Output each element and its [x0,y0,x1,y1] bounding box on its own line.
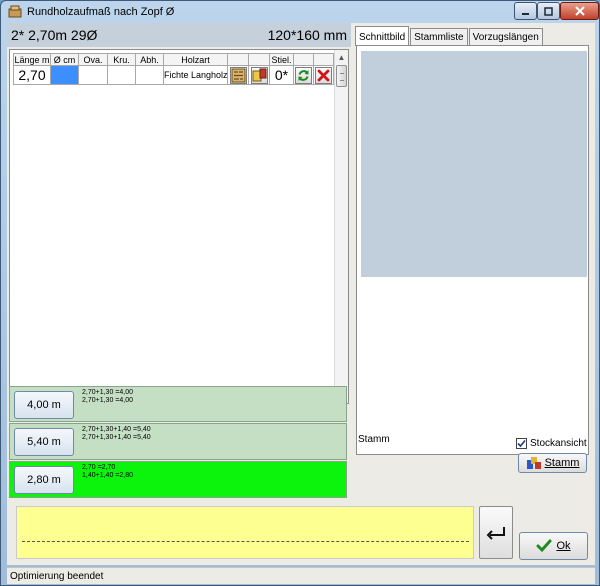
notes-divider [22,541,469,542]
ok-button[interactable]: Ok [519,532,588,560]
scroll-up-arrow[interactable]: ▲ [335,51,348,64]
status-text: Optimierung beendet [10,571,104,582]
stockansicht-checkbox[interactable]: Stockansicht [516,438,587,449]
option-3-line-2: 1,40+1,40 =2,80 [82,472,133,479]
cut-cell [248,65,270,85]
scroll-thumb[interactable] [336,65,347,87]
checkbox-box[interactable] [516,438,527,449]
pattern-icon [231,68,245,82]
stamm-button-label: Stamm [544,457,580,469]
col-header-blank-2 [248,53,270,66]
col-header-blank-4 [313,53,334,66]
stamm-label: Stamm [358,434,390,445]
log-grid[interactable]: Länge m Ø cm Ova. Kru. Abh. Holzart Stie… [9,49,349,404]
col-header-blank-1 [227,53,249,66]
tab-stammliste[interactable]: Stammliste [410,28,468,46]
optimization-option-1: 4,00 m 2,70+1,30 =4,00 2,70+1,30 =4,00 [9,386,347,422]
refresh-button[interactable] [295,66,312,84]
option-1-line-1: 2,70+1,30 =4,00 [82,389,133,396]
cross-section-preview [361,51,587,277]
application-window: Rundholzaufmaß nach Zopf Ø 2* 2,70m 29Ø … [0,0,600,586]
grid-vertical-scrollbar[interactable]: ▲ ▼ [334,50,348,403]
optimization-option-3: 2,80 m 2,70 =2,70 1,40+1,40 =2,80 [9,461,347,498]
dialog-body: 2* 2,70m 29Ø 120*160 mm Länge m Ø cm Ova… [7,23,595,565]
title-bar[interactable]: Rundholzaufmaß nach Zopf Ø [1,1,599,23]
option-3-button[interactable]: 2,80 m [14,466,74,494]
status-bar: Optimierung beendet [7,567,595,584]
table-row[interactable]: 2,70 Fichte Langholz 0* [13,65,334,85]
option-3-line-1: 2,70 =2,70 [82,464,116,471]
col-header-length[interactable]: Länge m [13,53,51,66]
col-header-kru[interactable]: Kru. [107,53,136,66]
col-header-stiel[interactable]: Stiel. [269,53,294,66]
col-header-blank-3 [293,53,314,66]
check-mark-icon [517,439,526,448]
check-icon [536,539,552,553]
log-summary: 2* 2,70m 29Ø [11,27,98,43]
option-2-button[interactable]: 5,40 m [14,428,74,456]
stamm-button[interactable]: Stamm [518,453,587,473]
notes-area[interactable] [16,506,474,559]
tab-strip: Schnittbild Stammliste Vorzugslängen [355,26,544,46]
log-table: Länge m Ø cm Ova. Kru. Abh. Holzart Stie… [13,53,334,85]
refresh-cell [293,65,314,85]
pattern-cell [227,65,249,85]
ova-cell[interactable] [78,65,108,85]
summary-header: 2* 2,70m 29Ø 120*160 mm [7,23,351,47]
option-2-line-1: 2,70+1,30+1,40 =5,40 [82,426,151,433]
kru-cell[interactable] [107,65,136,85]
delete-icon [317,69,330,81]
abh-cell[interactable] [135,65,164,85]
optimization-option-2: 5,40 m 2,70+1,30+1,40 =5,40 2,70+1,30+1,… [9,423,347,460]
ok-button-label: Ok [556,540,571,552]
holzart-cell[interactable]: Fichte Langholz [163,65,228,85]
tab-vorzugslaengen[interactable]: Vorzugslängen [468,28,543,46]
cut-icon [252,68,266,81]
option-1-line-2: 2,70+1,30 =4,00 [82,397,133,404]
delete-cell [313,65,334,85]
refresh-icon [298,69,309,81]
app-icon [8,5,22,18]
cross-section-dimension: 120*160 mm [267,27,347,43]
maximize-icon [544,6,553,16]
option-1-button[interactable]: 4,00 m [14,391,74,419]
cut-button[interactable] [250,66,268,84]
stamm-icon [526,457,541,469]
col-header-ova[interactable]: Ova. [78,53,108,66]
tab-schnittbild[interactable]: Schnittbild [355,26,410,46]
pattern-button[interactable] [229,66,247,84]
col-header-holzart[interactable]: Holzart [163,53,228,66]
minimize-button[interactable] [514,2,537,20]
col-header-diameter[interactable]: Ø cm [50,53,79,66]
grid-header-row: Länge m Ø cm Ova. Kru. Abh. Holzart Stie… [13,53,334,66]
option-2-line-2: 2,70+1,30+1,40 =5,40 [82,434,151,441]
stiel-cell[interactable]: 0* [269,65,294,85]
close-icon [574,6,585,16]
enter-icon [486,526,505,540]
maximize-button[interactable] [537,2,560,20]
col-header-abh[interactable]: Abh. [135,53,164,66]
window-title: Rundholzaufmaß nach Zopf Ø [27,6,175,18]
diameter-cell[interactable] [50,65,79,85]
stockansicht-label: Stockansicht [530,438,587,449]
close-button[interactable] [560,2,599,20]
enter-button[interactable] [479,506,513,559]
schnittbild-panel [356,45,589,455]
delete-button[interactable] [315,66,332,84]
length-cell[interactable]: 2,70 [13,65,51,85]
minimize-icon [522,12,529,15]
